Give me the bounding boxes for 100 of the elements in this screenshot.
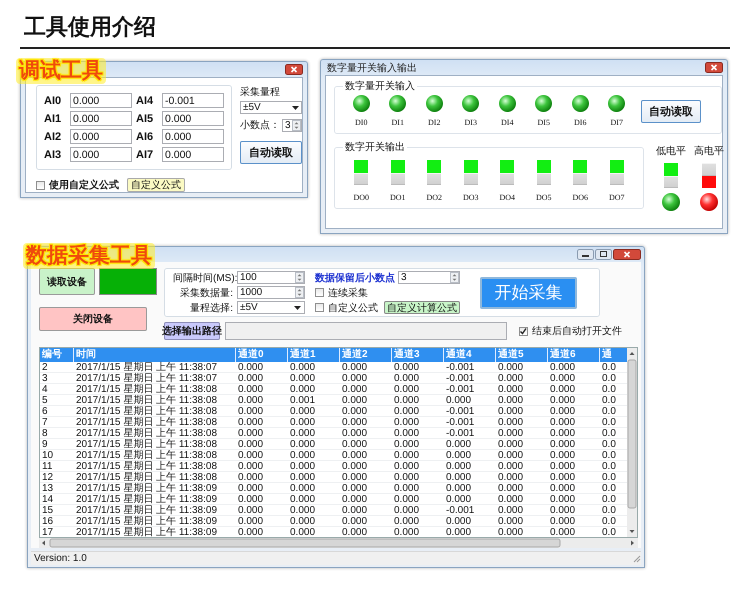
table-cell-text: 0.000 xyxy=(497,406,524,417)
table-cell-text: 0.000 xyxy=(445,395,472,406)
table-cell-text: 0.000 xyxy=(341,384,368,395)
table-cell-text: 0.000 xyxy=(549,483,576,494)
table-cell-text: 0.000 xyxy=(237,483,264,494)
table-cell-text: 0.000 xyxy=(497,373,524,384)
channel-value-field[interactable]: 0.000 xyxy=(70,147,132,162)
table-cell-text: 0.000 xyxy=(393,483,420,494)
close-device-button[interactable]: 关闭设备 xyxy=(39,307,147,331)
channel-value-field[interactable]: 0.000 xyxy=(70,93,132,108)
decimals-field[interactable]: 3 xyxy=(398,271,460,284)
channel-value-field[interactable]: 0.000 xyxy=(162,129,224,144)
table-cell-text: 0.000 xyxy=(341,505,368,516)
table-cell-text: 0.000 xyxy=(237,472,264,483)
table-cell-text: 0.000 xyxy=(393,450,420,461)
channel-label: DI0 xyxy=(355,118,368,127)
output-path-button[interactable]: 选择输出路径 xyxy=(164,322,220,340)
table-cell-text: 6 xyxy=(41,406,49,417)
open-device-button[interactable]: 读取设备 xyxy=(39,268,95,295)
table-cell-text: 0.000 xyxy=(341,527,368,537)
checkbox-label[interactable]: 结束后自动打开文件 xyxy=(532,324,622,338)
table-cell-text: 0.0 xyxy=(601,472,617,483)
table-cell-text: 0.000 xyxy=(497,384,524,395)
table-cell-text: 11 xyxy=(41,461,54,472)
table-cell-text: 0.000 xyxy=(341,406,368,417)
table-cell-text: 0.000 xyxy=(393,494,420,505)
table-cell-text: 0.000 xyxy=(289,384,316,395)
table-cell-text: 0.000 xyxy=(393,362,420,373)
table-cell-text: 0.0 xyxy=(601,461,617,472)
table-cell-text: -0.001 xyxy=(445,406,476,417)
auto-read-button[interactable]: 自动读取 xyxy=(641,100,701,122)
table-cell-text: 7 xyxy=(41,417,49,428)
channel-value-field[interactable]: 0.000 xyxy=(70,111,132,126)
formula-button[interactable]: 自定义计算公式 xyxy=(384,301,460,314)
table-cell-text: 0.000 xyxy=(549,527,576,537)
table-cell-text: 0.000 xyxy=(549,516,576,527)
range-label: 采集量程 xyxy=(240,86,281,99)
table-cell-text: 0.000 xyxy=(289,450,316,461)
table-cell-text: 0.0 xyxy=(601,362,617,373)
table-cell-text: 0.000 xyxy=(289,417,316,428)
table-cell-text: 0.000 xyxy=(445,450,472,461)
table-cell-text: 5 xyxy=(41,395,49,406)
table-cell-text: 0.000 xyxy=(237,505,264,516)
formula-button[interactable]: 自定义公式 xyxy=(127,178,185,192)
range-dropdown[interactable]: ±5V xyxy=(240,101,302,114)
table-cell-text: 0.000 xyxy=(289,362,316,373)
channel-value-field[interactable]: 0.000 xyxy=(162,111,224,126)
channel-label: AI0 xyxy=(44,94,62,106)
table-cell-text: 0.000 xyxy=(393,428,420,439)
table-cell-text: 0.000 xyxy=(289,516,316,527)
table-cell-text: 0.000 xyxy=(393,373,420,384)
count-field[interactable]: 1000 xyxy=(237,286,305,299)
auto-read-button[interactable]: 自动读取 xyxy=(240,141,302,164)
table-cell-text: 0.000 xyxy=(341,494,368,505)
checkbox-label[interactable]: 自定义公式 xyxy=(328,300,378,314)
table-cell-text: 0.000 xyxy=(237,439,264,450)
table-cell-text: 0.000 xyxy=(237,384,264,395)
table-cell-text: 0.000 xyxy=(237,362,264,373)
checkbox-label[interactable]: 连续采集 xyxy=(328,286,368,300)
table-cell-text: -0.001 xyxy=(445,417,476,428)
table-cell-text: 0.000 xyxy=(289,428,316,439)
table-cell-text: 0.000 xyxy=(237,516,264,527)
table-cell-text: 2017/1/15 星期日 上午 11:38:08 xyxy=(75,461,218,472)
table-cell-text: 0.000 xyxy=(237,406,264,417)
channel-label: DI5 xyxy=(538,118,550,127)
channel-value-field[interactable]: 0.000 xyxy=(70,129,132,144)
channel-label: AI6 xyxy=(136,130,154,142)
checkbox-label[interactable]: 使用自定义公式 xyxy=(49,178,119,192)
window-title: 数字量开关输入输出 xyxy=(326,62,417,74)
channel-label: DO6 xyxy=(572,193,588,202)
table-cell-text: 0.000 xyxy=(341,395,368,406)
interval-field[interactable]: 100 xyxy=(237,271,305,284)
table-cell-text: 0.000 xyxy=(497,395,524,406)
table-cell-text: 0.000 xyxy=(549,373,576,384)
table-cell-text: 0.000 xyxy=(549,505,576,516)
table-cell-text: 0.000 xyxy=(549,494,576,505)
table-cell-text: 0.000 xyxy=(393,439,420,450)
table-cell-text: 2017/1/15 星期日 上午 11:38:08 xyxy=(75,406,218,417)
table-cell-text: 0.000 xyxy=(497,428,524,439)
table-cell-text: 0.000 xyxy=(445,461,472,472)
table-cell-text: 12 xyxy=(41,472,54,483)
channel-value-field[interactable]: 0.000 xyxy=(162,147,224,162)
table-cell-text: 0.000 xyxy=(237,395,264,406)
tool-badge: 调试工具 xyxy=(16,58,106,84)
table-cell-text: 0.000 xyxy=(393,505,420,516)
channel-value-field[interactable]: -0.001 xyxy=(162,93,224,108)
table-cell-text: 0.0 xyxy=(601,483,617,494)
table-cell-text: 0.0 xyxy=(601,494,617,505)
channel-label: AI1 xyxy=(44,112,62,124)
table-cell-text: 0.0 xyxy=(601,417,617,428)
table-cell-text: 0.000 xyxy=(497,461,524,472)
table-cell-text: -0.001 xyxy=(445,362,476,373)
decimals-field[interactable]: 3 xyxy=(282,118,302,132)
table-cell-text: 0.000 xyxy=(549,439,576,450)
table-cell-text: 0.000 xyxy=(549,417,576,428)
table-cell-text: 0.000 xyxy=(237,428,264,439)
table-cell-text: 0.000 xyxy=(393,472,420,483)
table-cell-text: 14 xyxy=(41,494,54,505)
range-dropdown[interactable]: ±5V xyxy=(237,301,305,314)
table-cell-text: 0.000 xyxy=(289,483,316,494)
